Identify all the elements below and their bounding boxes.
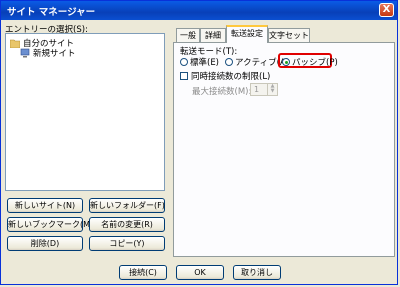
tree-node-label: 新規サイト — [33, 49, 76, 59]
site-manager-window: サイト マネージャー X エントリーの選択(S): 自分のサイト 新規サイト 新… — [0, 0, 398, 285]
limit-connections-checkbox[interactable]: 同時接続数の制限(L) — [180, 70, 270, 82]
rename-button[interactable]: 名前の変更(R) — [89, 217, 165, 232]
radio-indicator-checked — [282, 58, 290, 66]
new-bookmark-button[interactable]: 新しいブックマーク(M) — [7, 217, 93, 232]
new-folder-button[interactable]: 新しいフォルダー(F) — [89, 198, 165, 213]
mode-standard-label: 標準(E) — [190, 58, 220, 68]
cancel-button[interactable]: 取り消し — [233, 265, 281, 280]
max-connections-label: 最大接続数(M): — [192, 87, 252, 97]
radio-indicator — [180, 58, 188, 66]
mode-passive-radio[interactable]: パッシブ(P) — [282, 56, 338, 68]
mode-standard-radio[interactable]: 標準(E) — [180, 56, 219, 68]
transfer-settings-panel: 転送モード(T): 標準(E) アクティブ(A) パッシブ(P) 同時接続数の制… — [173, 42, 395, 257]
limit-connections-label: 同時接続数の制限(L) — [191, 72, 271, 82]
tab-charset[interactable]: 文字セット — [268, 28, 310, 42]
max-connections-stepper[interactable]: 1 ▲ ▼ — [250, 83, 278, 96]
checkbox-indicator — [180, 72, 188, 80]
tab-advanced[interactable]: 詳細 — [200, 28, 226, 42]
window-title: サイト マネージャー — [7, 7, 96, 18]
new-site-button[interactable]: 新しいサイト(N) — [7, 198, 83, 213]
tab-general[interactable]: 一般 — [176, 28, 200, 42]
mode-passive-label: パッシブ(P) — [292, 58, 338, 68]
stepper-arrows-icon[interactable]: ▲ ▼ — [267, 84, 277, 95]
copy-button[interactable]: コピー(Y) — [89, 236, 165, 251]
tree-node-new-site[interactable]: 新規サイト — [20, 47, 76, 59]
settings-tabs: 一般 詳細 転送設定 文字セット 転送モード(T): 標準(E) アクティブ(A… — [173, 21, 395, 257]
ok-button[interactable]: OK — [176, 265, 224, 280]
delete-button[interactable]: 削除(D) — [7, 236, 83, 251]
max-connections-value: 1 — [254, 85, 260, 94]
computer-icon — [20, 48, 30, 58]
folder-icon — [10, 39, 20, 48]
title-bar[interactable]: サイト マネージャー X — [1, 1, 397, 20]
tab-transfer-settings[interactable]: 転送設定 — [226, 25, 268, 43]
close-icon: X — [382, 4, 391, 15]
site-tree[interactable]: 自分のサイト 新規サイト — [5, 33, 165, 191]
radio-indicator — [225, 58, 233, 66]
close-button[interactable]: X — [379, 3, 394, 17]
connect-button[interactable]: 接続(C) — [119, 265, 167, 280]
